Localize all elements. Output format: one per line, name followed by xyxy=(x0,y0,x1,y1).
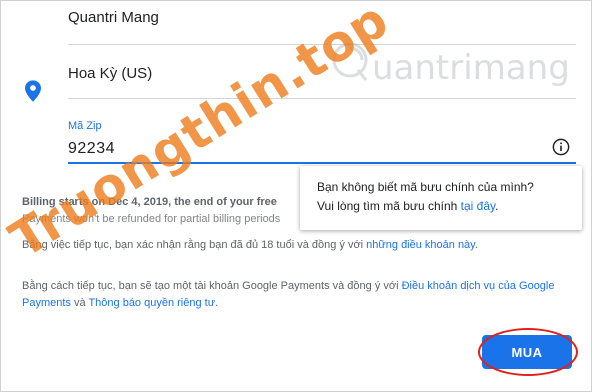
payments-agreement-text: Bằng cách tiếp tục, bạn sẽ tạo một tài k… xyxy=(22,280,402,292)
payments-agreement-suffix: . xyxy=(215,297,219,309)
age-agreement-suffix: . xyxy=(474,239,478,251)
country-underline xyxy=(68,98,576,99)
payments-agreement: Bằng cách tiếp tục, bạn sẽ tạo một tài k… xyxy=(22,278,567,312)
terms-link[interactable]: những điều khoản này xyxy=(366,239,475,251)
watermark-logo-text: uantrimang xyxy=(372,48,570,88)
highlight-circle xyxy=(478,328,578,376)
privacy-link[interactable]: Thông báo quyền riêng tư xyxy=(88,297,215,309)
tooltip-instruction: Vui lòng tìm mã bưu chính tại đây. xyxy=(317,199,498,213)
tooltip-question: Bạn không biết mã bưu chính của mình? xyxy=(317,180,534,194)
tooltip-here-link[interactable]: tại đây xyxy=(461,199,495,213)
country-value: Hoa Kỳ (US) xyxy=(68,65,153,82)
name-value: Quantri Mang xyxy=(68,9,159,26)
info-circle-icon[interactable] xyxy=(552,138,570,156)
zip-help-tooltip: Bạn không biết mã bưu chính của mình? Vu… xyxy=(300,166,582,230)
and-text: và xyxy=(70,297,89,309)
tooltip-instruction-text: Vui lòng tìm mã bưu chính xyxy=(317,199,461,213)
location-pin-icon xyxy=(25,80,41,102)
tooltip-instruction-suffix: . xyxy=(495,199,499,213)
zip-label: Mã Zip xyxy=(68,120,102,132)
